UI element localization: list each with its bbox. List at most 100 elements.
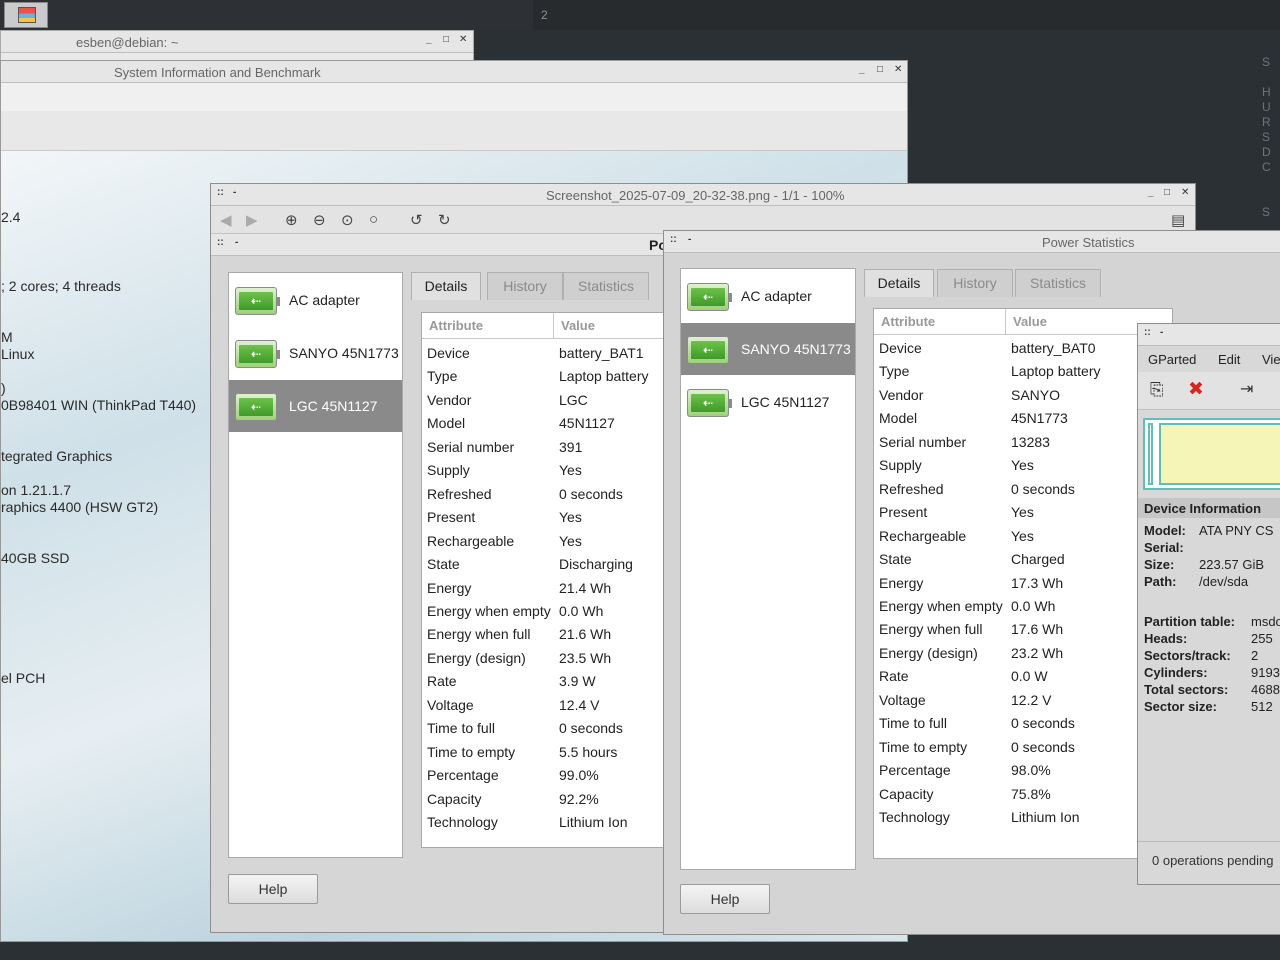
delete-icon[interactable]: ✖ [1188, 378, 1204, 401]
power2-help-button[interactable]: Help [680, 884, 770, 914]
minimize-icon[interactable]: _ [859, 64, 865, 75]
terminal-line: H [1262, 85, 1271, 99]
table-header: Attribute Value [874, 309, 1172, 335]
close-icon[interactable]: ✕ [894, 64, 902, 75]
device-item[interactable]: ⇠ AC adapter [229, 274, 402, 326]
menu-view[interactable]: Vie [1262, 352, 1280, 367]
column-attribute[interactable]: Attribute [429, 318, 483, 333]
attribute-cell: Energy when empty [879, 597, 1003, 614]
battery-icon: ⇠ [687, 336, 732, 364]
battery-icon: ⇠ [687, 389, 732, 417]
value-cell: battery_BAT0 [1011, 340, 1096, 356]
menu-gparted[interactable]: GParted [1148, 352, 1196, 367]
partition-graph[interactable] [1143, 418, 1280, 490]
value-cell: 0 seconds [1011, 715, 1075, 732]
value-cell: 12.2 V [1011, 691, 1052, 708]
table-row: Supply Yes [874, 454, 1172, 477]
table-row: Device battery_BAT0 [874, 337, 1172, 360]
terminal-titlebar[interactable]: esben@debian: ~ _ □ ✕ [1, 31, 473, 53]
tab-details[interactable]: Details [864, 269, 934, 297]
power2-device-list[interactable]: ⇠ AC adapter ⇠ SANYO 45N1773 ⇠ LGC 45N1127 [680, 268, 856, 870]
minimize-icon[interactable]: _ [426, 34, 432, 45]
window-menu-icon[interactable]: :: [670, 234, 677, 245]
attribute-cell: Capacity [879, 785, 934, 802]
table-row: Energy when empty 0.0 Wh [874, 595, 1172, 618]
shade-icon[interactable]: - [688, 234, 691, 245]
resize-move-icon[interactable]: ⇥ [1240, 379, 1253, 399]
device-item[interactable]: ⇠ SANYO 45N1773 [229, 327, 402, 379]
value-cell: 13283 [1011, 433, 1050, 450]
value-cell: Yes [1011, 527, 1034, 544]
minimize-icon[interactable]: _ [1148, 187, 1154, 198]
device-item[interactable]: ⇠ LGC 45N1127 [229, 380, 402, 432]
path-label: Path: [1144, 574, 1177, 589]
cylinders-label: Cylinders: [1144, 665, 1208, 680]
close-icon[interactable]: ✕ [1181, 187, 1189, 198]
table-row: Capacity 75.8% [874, 783, 1172, 806]
sysinfo-line: ) [1, 380, 6, 396]
table-row: Vendor SANYO [874, 384, 1172, 407]
device-item[interactable]: ⇠ LGC 45N1127 [681, 376, 855, 428]
gparted-window[interactable]: :: - GParted Edit Vie ⎘ ✖ ⇥ Device Infor… [1137, 323, 1280, 885]
sysinfo-titlebar[interactable]: System Information and Benchmark _ □ ✕ [1, 61, 907, 83]
menu-edit[interactable]: Edit [1218, 352, 1240, 367]
attribute-cell: Time to full [879, 715, 947, 732]
tab-statistics[interactable]: Statistics [1015, 269, 1101, 297]
viewer-titlebar[interactable]: :: - Screenshot_2025-07-09_20-32-38.png … [211, 184, 1195, 206]
menu-icon[interactable]: ▤ [1171, 211, 1185, 229]
back-arrow-icon[interactable]: ◀ [220, 211, 232, 229]
tab-history[interactable]: History [487, 272, 563, 300]
app-launcher-icon[interactable] [4, 2, 48, 28]
value-cell: Lithium Ion [559, 814, 628, 830]
power1-device-list[interactable]: ⇠ AC adapter ⇠ SANYO 45N1773 ⇠ LGC 45N1127 [228, 272, 403, 858]
device-item[interactable]: ⇠ AC adapter [681, 270, 855, 322]
power2-titlebar[interactable]: :: - Power Statistics [664, 231, 1280, 253]
tab-statistics[interactable]: Statistics [563, 272, 649, 300]
column-attribute[interactable]: Attribute [881, 314, 935, 329]
table-row: Refreshed 0 seconds [874, 478, 1172, 501]
value-cell: 21.6 Wh [559, 626, 612, 643]
value-cell: 45N1127 [559, 415, 615, 432]
column-value[interactable]: Value [1013, 314, 1047, 329]
value-cell: Laptop battery [1011, 363, 1101, 380]
table-row: Capacity 92.2% [422, 788, 680, 811]
value-cell: Lithium Ion [1011, 809, 1080, 825]
zoom-original-icon[interactable]: ○ [369, 211, 378, 228]
zoom-fit-icon[interactable]: ⊙ [341, 211, 354, 229]
terminal-window[interactable]: esben@debian: ~ _ □ ✕ [0, 30, 474, 62]
device-label: AC adapter [289, 292, 360, 308]
tab-details[interactable]: Details [411, 272, 481, 300]
maximize-icon[interactable]: □ [1164, 187, 1170, 198]
window-menu-icon[interactable]: :: [217, 187, 224, 198]
table-row: Type Laptop battery [874, 360, 1172, 383]
shade-icon[interactable]: - [233, 187, 236, 198]
rotate-right-icon[interactable]: ↻ [438, 211, 451, 229]
gparted-titlebar[interactable]: :: - [1138, 324, 1280, 346]
column-value[interactable]: Value [561, 318, 595, 333]
terminal-line: U [1262, 100, 1271, 114]
power1-help-button[interactable]: Help [228, 874, 318, 904]
window-menu-icon[interactable]: :: [1144, 327, 1151, 338]
close-icon[interactable]: ✕ [459, 34, 467, 45]
table-row: Rate 3.9 W [422, 670, 680, 693]
maximize-icon[interactable]: □ [877, 64, 883, 75]
value-cell: 17.6 Wh [1011, 621, 1064, 638]
new-partition-icon[interactable]: ⎘ [1150, 380, 1164, 400]
tab-history[interactable]: History [937, 269, 1013, 297]
workspace-indicator[interactable]: 2 [533, 0, 1280, 30]
power2-details-table: Attribute Value Device battery_BAT0 Type Lapt… [873, 308, 1173, 859]
zoom-in-icon[interactable]: ⊕ [285, 211, 298, 229]
terminal-line: S [1262, 55, 1271, 69]
maximize-icon[interactable]: □ [443, 34, 449, 45]
total-sectors-value: 4688 [1251, 682, 1280, 697]
forward-arrow-icon[interactable]: ▶ [246, 211, 258, 229]
unallocated-partition[interactable] [1159, 423, 1280, 485]
value-cell: 12.4 V [559, 696, 600, 713]
attribute-cell: Time to empty [427, 743, 516, 760]
table-row: State Discharging [422, 553, 680, 576]
shade-icon[interactable]: - [1160, 327, 1163, 338]
device-item[interactable]: ⇠ SANYO 45N1773 [681, 323, 855, 375]
zoom-out-icon[interactable]: ⊖ [313, 211, 326, 229]
rotate-left-icon[interactable]: ↺ [410, 211, 423, 229]
cylinders-value: 9193 [1251, 665, 1280, 680]
